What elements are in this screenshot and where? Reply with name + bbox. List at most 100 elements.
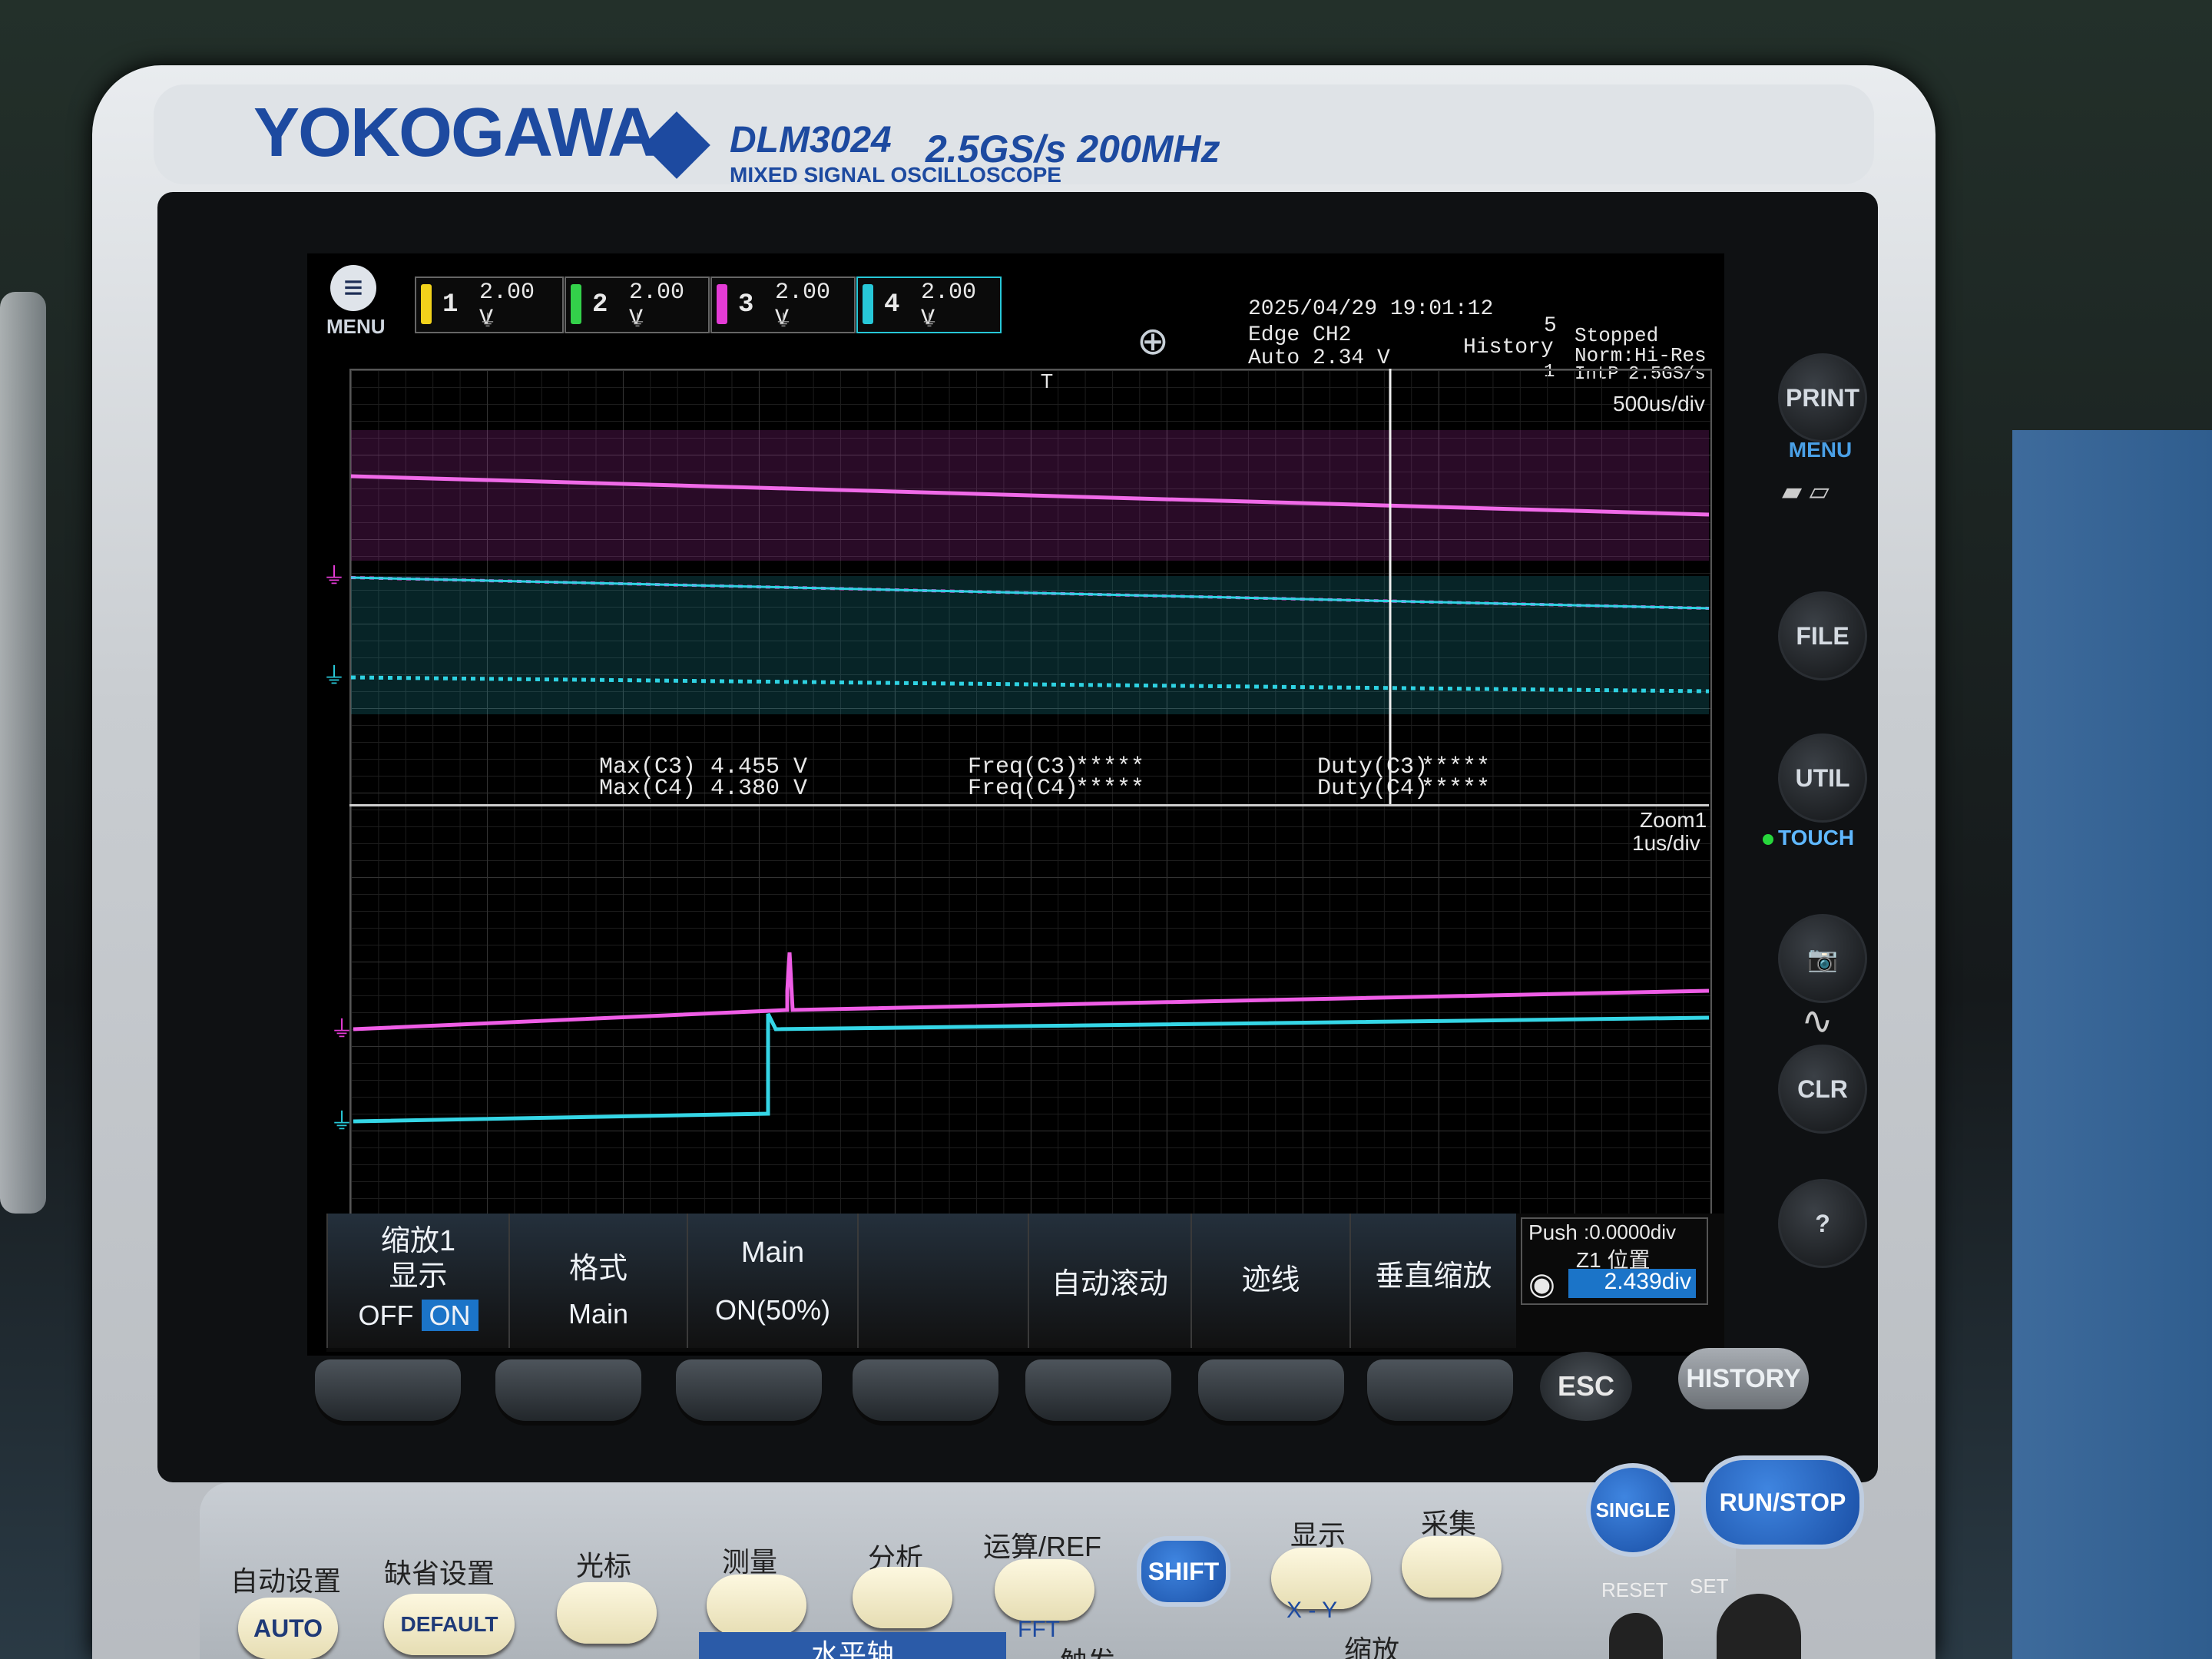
history-button[interactable]: HISTORY	[1678, 1348, 1809, 1409]
measure-max-c3-label: Max(C3)	[599, 754, 697, 780]
softkey-format[interactable]: 格式 Main	[508, 1214, 687, 1348]
format-label: 格式	[568, 1253, 628, 1285]
function-key-2[interactable]	[495, 1359, 641, 1421]
softkey-vertical-zoom[interactable]: 垂直缩放	[1349, 1214, 1516, 1348]
main-label: Main	[740, 1237, 805, 1269]
trigger-marker-icon: T	[1041, 369, 1053, 392]
auto-button[interactable]: AUTO	[238, 1598, 338, 1659]
right-button-panel: PRINT MENU ▰ ▱ FILE UTIL TOUCH 📷 ∿ CLR ?	[1751, 323, 1874, 1290]
main-value: ON(50%)	[714, 1294, 831, 1326]
zoom-divider	[349, 804, 1709, 806]
function-key-row	[315, 1359, 1697, 1444]
softkey-main[interactable]: Main ON(50%)	[687, 1214, 857, 1348]
measure-max-c4-value: 4.380 V	[710, 776, 808, 802]
menu-caption: MENU	[1788, 438, 1853, 462]
background-cabinet	[2012, 430, 2212, 1659]
ch4-burst-envelope	[351, 576, 1709, 714]
measure-max-c3-value: 4.455 V	[710, 754, 808, 780]
touch-indicator[interactable]: TOUCH	[1763, 826, 1854, 850]
default-button[interactable]: DEFAULT	[384, 1594, 515, 1655]
clr-button[interactable]: CLR	[1778, 1045, 1867, 1134]
softkey-trace[interactable]: 迹线	[1190, 1214, 1349, 1348]
zoom-ch4-ground-icon: ⏚	[330, 1109, 353, 1134]
softkey-blank[interactable]	[857, 1214, 1028, 1348]
camera-icon: 📷	[1807, 945, 1838, 972]
display-screen: ≡ MENU 1 2.00 V ⏚ 2 2.00 V ⏚ 3 2.00 V ⏚ …	[307, 253, 1724, 1356]
brand-logo: YOKOGAWA	[253, 94, 657, 171]
measure-duty-c3-label: Duty(C3)	[1317, 754, 1429, 780]
measure-freq-c4-label: Freq(C4)	[968, 776, 1079, 802]
measure-duty-c4-value: *****	[1421, 776, 1491, 802]
z1-position-value-field[interactable]: 2.439div	[1568, 1269, 1696, 1298]
cursor-label: 光标	[576, 1550, 632, 1581]
xy-label: X - Y	[1286, 1598, 1338, 1623]
format-value: Main	[568, 1298, 629, 1330]
on-option[interactable]: ON	[421, 1300, 478, 1331]
z1-position-value: 2.439	[1604, 1269, 1662, 1294]
control-panel: 自动设置 缺省设置 光标 测量 分析 运算/REF 显示 采集 AUTO DEF…	[200, 1482, 1736, 1659]
autoscroll-label: 自动滚动	[1051, 1268, 1168, 1300]
file-button[interactable]: FILE	[1778, 591, 1867, 680]
zoom-timebase: 1us/div	[1632, 831, 1700, 855]
push-value: :0.0000div	[1584, 1220, 1676, 1243]
trigger-label: 触发	[1060, 1640, 1115, 1659]
z1-position-panel[interactable]: Push :0.0000div Z1 位置 ◉ 2.439div	[1521, 1217, 1708, 1305]
folder-icon: ▰ ▱	[1782, 477, 1830, 506]
zoom-ch3-trace	[353, 952, 1710, 1031]
wave-icon: ∿	[1801, 999, 1833, 1042]
cursor-button[interactable]	[557, 1582, 657, 1644]
default-setup-label: 缺省设置	[384, 1558, 495, 1589]
zoom-panel-label: 缩放	[1344, 1634, 1400, 1659]
off-option[interactable]: OFF	[359, 1300, 414, 1331]
horizontal-label: 水平轴	[699, 1632, 1006, 1659]
background-cable	[0, 292, 46, 1214]
zoom-label: Zoom1	[1640, 808, 1707, 832]
knob-icon: ◉	[1528, 1267, 1555, 1301]
z1-position-unit: div	[1661, 1269, 1691, 1294]
function-key-7[interactable]	[1367, 1359, 1513, 1421]
measure-duty-c4-label: Duty(C4)	[1317, 776, 1429, 802]
function-key-4[interactable]	[853, 1359, 998, 1421]
measure-duty-c3-value: *****	[1421, 754, 1491, 780]
function-key-1[interactable]	[315, 1359, 461, 1421]
print-button[interactable]: PRINT	[1778, 353, 1867, 442]
function-key-6[interactable]	[1198, 1359, 1344, 1421]
touch-led-icon	[1763, 834, 1773, 845]
measure-freq-c4-value: *****	[1075, 776, 1145, 802]
util-button[interactable]: UTIL	[1778, 733, 1867, 823]
vzoom-label: 垂直缩放	[1375, 1260, 1492, 1293]
display-label: 显示	[389, 1260, 448, 1293]
single-button[interactable]: SINGLE	[1586, 1463, 1680, 1557]
run-stop-button[interactable]: RUN/STOP	[1701, 1455, 1864, 1549]
softkey-zoom-display[interactable]: 缩放1 显示 OFF ON	[326, 1214, 508, 1348]
touch-label: TOUCH	[1778, 826, 1855, 849]
analysis-button[interactable]	[853, 1567, 952, 1628]
shift-button[interactable]: SHIFT	[1137, 1536, 1230, 1607]
softkey-autoscroll[interactable]: 自动滚动	[1028, 1214, 1190, 1348]
auto-setup-label: 自动设置	[230, 1565, 342, 1597]
reset-label: RESET	[1601, 1578, 1668, 1601]
main-timebase: 500us/div	[1613, 392, 1705, 416]
trace-label: 迹线	[1241, 1264, 1300, 1296]
zoom-ch3-ground-icon: ⏚	[330, 1017, 353, 1042]
camera-button[interactable]: 📷	[1778, 914, 1867, 1003]
ch3-ground-icon: ⏚	[323, 564, 346, 589]
zoom-ch4-trace	[353, 1012, 1710, 1124]
math-ref-button[interactable]	[995, 1559, 1094, 1621]
measure-max-c4-label: Max(C4)	[599, 776, 697, 802]
waveform-layer: T ⏚ ⏚ ⏚ ⏚	[323, 369, 1710, 1134]
measure-freq-c3-value: *****	[1075, 754, 1145, 780]
esc-button[interactable]: ESC	[1540, 1352, 1632, 1421]
set-label: SET	[1690, 1575, 1729, 1598]
acquire-button[interactable]	[1402, 1536, 1502, 1598]
model-subtitle: MIXED SIGNAL OSCILLOSCOPE	[730, 163, 1061, 187]
function-key-3[interactable]	[676, 1359, 822, 1421]
softkey-menu: 缩放1 显示 OFF ON 格式 Main Main ON(50%) 自动滚动 …	[326, 1214, 1724, 1352]
fft-label: FFT	[1018, 1617, 1060, 1642]
function-key-5[interactable]	[1025, 1359, 1171, 1421]
ch4-ground-icon: ⏚	[323, 664, 346, 689]
model-name: DLM3024	[730, 120, 892, 161]
measure-button[interactable]	[707, 1575, 806, 1636]
measure-freq-c3-label: Freq(C3)	[968, 754, 1079, 780]
help-button[interactable]: ?	[1778, 1179, 1867, 1268]
